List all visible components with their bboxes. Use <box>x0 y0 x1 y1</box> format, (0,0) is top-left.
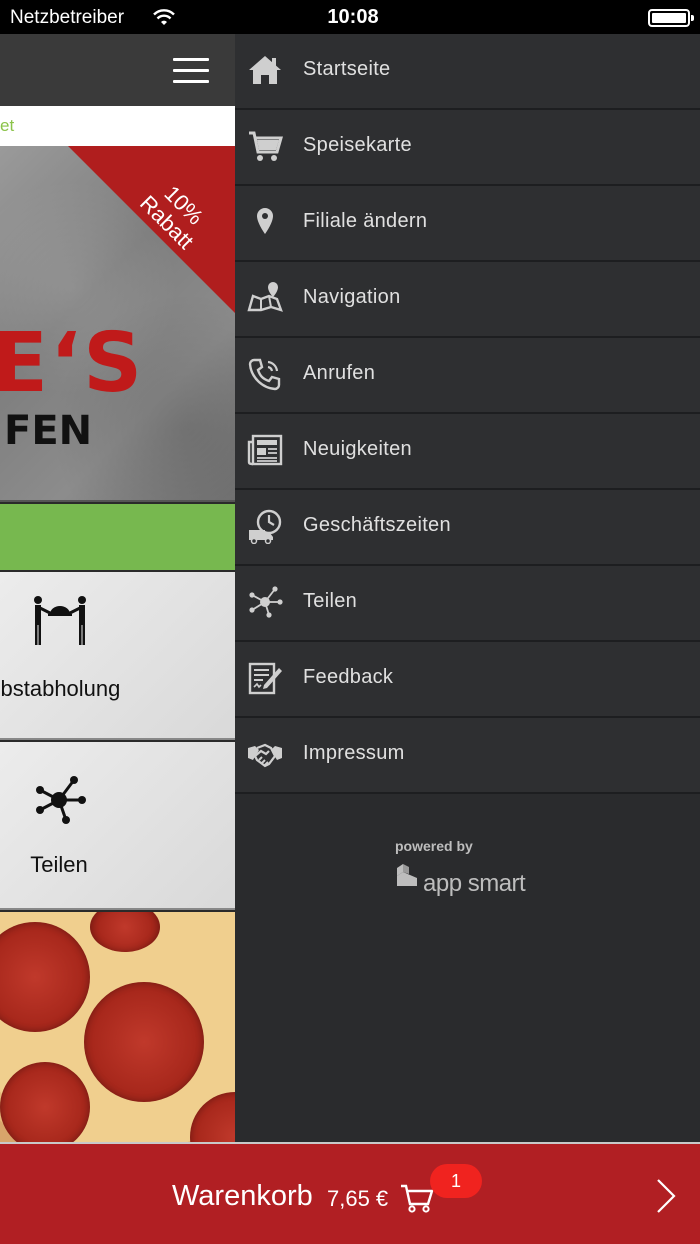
status-bar: Netzbetreiber 10:08 <box>0 0 700 34</box>
app-header <box>0 34 235 106</box>
cart-total: 7,65 € <box>327 1186 389 1211</box>
drawer-item-label: Startseite <box>303 58 391 80</box>
search-bar[interactable]: et <box>0 106 235 146</box>
drawer-item-navigation[interactable]: Navigation <box>235 262 700 338</box>
share-icon <box>36 776 86 824</box>
share-icon <box>249 586 283 618</box>
cart-bar[interactable]: Warenkorb 7,65 € 1 <box>0 1142 700 1244</box>
brand-logo-subtitle: FEN <box>4 408 93 454</box>
pickup-icon <box>34 596 86 645</box>
tile-share-label: Teilen <box>30 852 88 877</box>
app-smart-logo-icon <box>397 864 417 886</box>
promo-banner[interactable]: 10% Rabatt E‘S FEN <box>0 146 235 502</box>
drawer-item-speisekarte[interactable]: Speisekarte <box>235 110 700 186</box>
green-action-bar[interactable] <box>0 504 235 570</box>
tile-pickup[interactable]: lbstabholung <box>0 572 235 740</box>
drawer-item-label: Speisekarte <box>303 134 412 156</box>
drawer-item-label: Anrufen <box>303 362 376 384</box>
drawer-item-label: Filiale ändern <box>303 210 428 232</box>
drawer-item-anrufen[interactable]: Anrufen <box>235 338 700 414</box>
phone-icon <box>248 358 281 391</box>
clock: 10:08 <box>327 6 379 28</box>
brand-name: app smart <box>423 870 526 897</box>
drawer-item-feedback[interactable]: Feedback <box>235 642 700 718</box>
drawer-item-label: Geschäftszeiten <box>303 514 451 536</box>
drawer-item-label: Teilen <box>303 590 358 612</box>
battery-icon <box>648 9 694 27</box>
drawer-item-label: Neuigkeiten <box>303 438 412 460</box>
map-icon <box>247 282 283 312</box>
delivery-clock-icon <box>249 509 282 544</box>
drawer-item-label: Impressum <box>303 742 405 764</box>
cart-label: Warenkorb <box>172 1180 313 1212</box>
powered-by-text: powered by <box>395 838 473 854</box>
feedback-icon <box>248 662 282 695</box>
hamburger-menu-icon[interactable] <box>173 58 209 84</box>
brand-logo: E‘S <box>0 316 145 411</box>
home-icon <box>249 56 281 84</box>
drawer-item-geschaeftszeiten[interactable]: Geschäftszeiten <box>235 490 700 566</box>
drawer-item-filiale-aendern[interactable]: Filiale ändern <box>235 186 700 262</box>
powered-by-logo: powered by app smart <box>395 838 545 897</box>
handshake-icon <box>248 743 282 768</box>
drawer-item-impressum[interactable]: Impressum <box>235 718 700 794</box>
drawer-item-teilen[interactable]: Teilen <box>235 566 700 642</box>
chevron-right-icon[interactable] <box>654 1176 678 1216</box>
location-pin-icon <box>257 208 273 234</box>
drawer-item-neuigkeiten[interactable]: Neuigkeiten <box>235 414 700 490</box>
drawer-item-label: Feedback <box>303 666 394 688</box>
search-text: et <box>0 116 15 135</box>
cart-icon <box>249 131 283 161</box>
drawer-item-startseite[interactable]: Startseite <box>235 34 700 110</box>
newspaper-icon <box>247 434 283 466</box>
pizza-image <box>0 912 235 1142</box>
tile-share[interactable]: Teilen <box>0 742 235 910</box>
cart-count-badge: 1 <box>430 1164 482 1198</box>
tile-pickup-label: lbstabholung <box>0 676 121 701</box>
shopping-cart-icon <box>401 1184 434 1213</box>
navigation-drawer: Startseite Speisekarte Filiale ändern Na… <box>235 34 700 1142</box>
background-screen: et 10% Rabatt E‘S FEN lbstabholung Teile… <box>0 34 235 1142</box>
drawer-item-label: Navigation <box>303 286 401 308</box>
